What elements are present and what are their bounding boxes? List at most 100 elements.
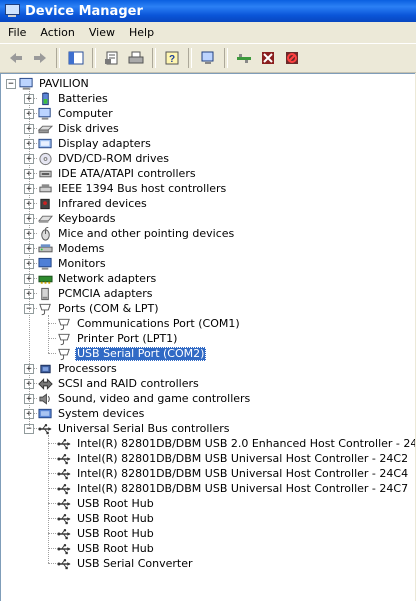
uninstall-icon[interactable] <box>258 48 278 68</box>
back-icon[interactable] <box>6 48 26 68</box>
battery-icon <box>37 91 53 106</box>
forward-icon[interactable] <box>30 48 50 68</box>
monitor-icon <box>37 256 53 271</box>
svg-text:?: ? <box>169 54 175 65</box>
title-bar[interactable]: Device Manager <box>0 0 416 22</box>
toolbar-separator <box>152 48 156 68</box>
update-driver-icon[interactable] <box>234 48 254 68</box>
scsi-icon <box>37 376 53 391</box>
tree-device[interactable]: Intel(R) 82801DB/DBM USB Universal Host … <box>56 451 410 466</box>
tree-category-label: Disk drives <box>58 121 119 135</box>
tree-device-label: USB Serial Port (COM2) <box>75 346 207 361</box>
tree-device-label: Intel(R) 82801DB/DBM USB 2.0 Enhanced Ho… <box>77 436 415 450</box>
tree-category-label: IDE ATA/ATAPI controllers <box>58 166 196 180</box>
tree-device-label: USB Root Hub <box>77 511 154 525</box>
tree-device-selected[interactable]: USB Serial Port (COM2) <box>56 346 207 361</box>
tree-device-label: USB Serial Converter <box>77 556 193 570</box>
network-adapter-icon <box>37 271 53 286</box>
tree-device[interactable]: Intel(R) 82801DB/DBM USB Universal Host … <box>56 481 410 496</box>
tree-device[interactable]: USB Root Hub <box>56 511 156 526</box>
tree-device-label: Intel(R) 82801DB/DBM USB Universal Host … <box>77 466 409 480</box>
tree-device[interactable]: Intel(R) 82801DB/DBM USB Universal Host … <box>56 466 410 481</box>
tree-category[interactable]: Processors <box>37 361 119 376</box>
tree-category[interactable]: Modems <box>37 241 106 256</box>
toolbar-separator <box>92 48 96 68</box>
tree-line <box>48 518 56 519</box>
toolbar-separator <box>224 48 228 68</box>
tree-category[interactable]: Mice and other pointing devices <box>37 226 236 241</box>
tree-category-label: Network adapters <box>58 271 157 285</box>
tree-device[interactable]: USB Root Hub <box>56 496 156 511</box>
tree-device-label: Intel(R) 82801DB/DBM USB Universal Host … <box>77 451 409 465</box>
tree-category[interactable]: System devices <box>37 406 146 421</box>
usb-icon <box>56 496 72 511</box>
tree-category[interactable]: Sound, video and game controllers <box>37 391 252 406</box>
tree-category[interactable]: Infrared devices <box>37 196 149 211</box>
tree-device[interactable]: Communications Port (COM1) <box>56 316 242 331</box>
usb-icon <box>56 481 72 496</box>
system-device-icon <box>37 406 53 421</box>
menu-file[interactable]: File <box>2 23 32 42</box>
device-tree-pane[interactable]: − PAVILION + Batteries + Computer + Disk drives… <box>0 73 415 601</box>
tree-device[interactable]: Intel(R) 82801DB/DBM USB 2.0 Enhanced Ho… <box>56 436 415 451</box>
tree-category-label: Ports (COM & LPT) <box>58 301 159 315</box>
tree-device-label: USB Root Hub <box>77 496 154 510</box>
show-hide-tree-icon[interactable] <box>66 48 86 68</box>
tree-category[interactable]: Universal Serial Bus controllers <box>37 421 231 436</box>
tree-category[interactable]: SCSI and RAID controllers <box>37 376 201 391</box>
tree-line <box>48 315 49 353</box>
toolbar: ? <box>0 44 416 73</box>
tree-line <box>48 548 56 549</box>
tree-device[interactable]: USB Root Hub <box>56 541 156 556</box>
tree-line <box>48 323 56 324</box>
tree-category[interactable]: Network adapters <box>37 271 158 286</box>
menu-help[interactable]: Help <box>123 23 160 42</box>
tree-category[interactable]: Monitors <box>37 256 108 271</box>
menu-view[interactable]: View <box>83 23 121 42</box>
tree-category[interactable]: DVD/CD-ROM drives <box>37 151 171 166</box>
disk-drive-icon <box>37 121 53 136</box>
menu-action[interactable]: Action <box>34 23 80 42</box>
tree-category[interactable]: Ports (COM & LPT) <box>37 301 161 316</box>
tree-category[interactable]: PCMCIA adapters <box>37 286 155 301</box>
root-computer-icon <box>18 76 34 91</box>
tree-device[interactable]: USB Root Hub <box>56 526 156 541</box>
tree-category[interactable]: IDE ATA/ATAPI controllers <box>37 166 198 181</box>
infrared-icon <box>37 196 53 211</box>
tree-device[interactable]: USB Serial Converter <box>56 556 194 571</box>
port-icon <box>56 331 72 346</box>
usb-icon <box>56 451 72 466</box>
disable-icon[interactable] <box>282 48 302 68</box>
tree-category[interactable]: Batteries <box>37 91 110 106</box>
usb-icon <box>56 466 72 481</box>
tree-category-label: System devices <box>58 406 145 420</box>
toolbar-separator <box>56 48 60 68</box>
display-adapter-icon <box>37 136 53 151</box>
tree-category-label: Display adapters <box>58 136 151 150</box>
tree-category-label: SCSI and RAID controllers <box>58 376 199 390</box>
tree-category[interactable]: Display adapters <box>37 136 153 151</box>
tree-category[interactable]: Disk drives <box>37 121 121 136</box>
pcmcia-icon <box>37 286 53 301</box>
tree-category-label: Mice and other pointing devices <box>58 226 235 240</box>
tree-category-label: Batteries <box>58 91 108 105</box>
tree-category-label: DVD/CD-ROM drives <box>58 151 169 165</box>
usb-icon <box>56 541 72 556</box>
tree-device-label: USB Root Hub <box>77 526 154 540</box>
tree-line <box>48 503 56 504</box>
keyboard-icon <box>37 211 53 226</box>
scan-hardware-icon[interactable] <box>198 48 218 68</box>
collapse-toggle[interactable]: − <box>6 79 16 89</box>
tree-device[interactable]: Printer Port (LPT1) <box>56 331 179 346</box>
help-icon[interactable]: ? <box>162 48 182 68</box>
tree-line <box>48 563 56 564</box>
tree-category[interactable]: IEEE 1394 Bus host controllers <box>37 181 228 196</box>
tree-category-label: Sound, video and game controllers <box>58 391 251 405</box>
device-manager-icon <box>4 4 20 18</box>
tree-category[interactable]: Keyboards <box>37 211 117 226</box>
tree-category[interactable]: Computer <box>37 106 115 121</box>
tree-category-label: Universal Serial Bus controllers <box>58 421 230 435</box>
port-icon <box>56 316 72 331</box>
properties-icon[interactable] <box>102 48 122 68</box>
print-icon[interactable] <box>126 48 146 68</box>
